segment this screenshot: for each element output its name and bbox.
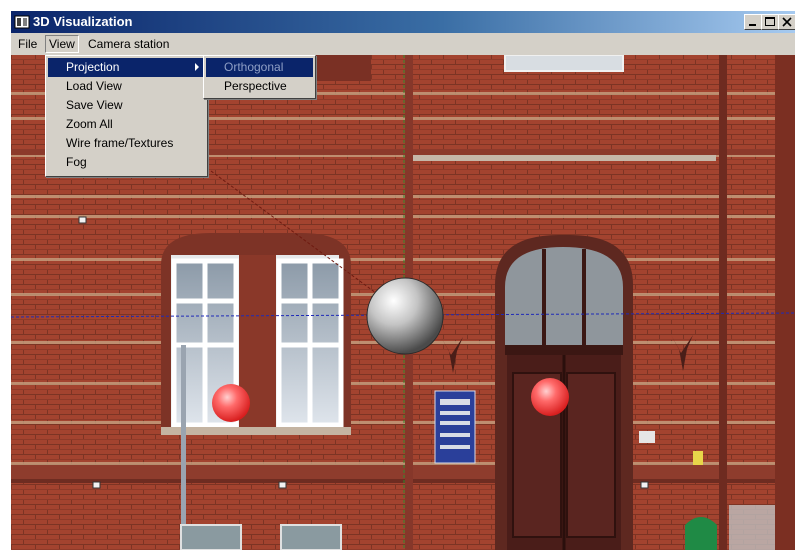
visualization-window: 3D Visualization File View Camera statio… xyxy=(11,11,795,550)
window-title: 3D Visualization xyxy=(33,14,133,29)
maximize-button[interactable] xyxy=(761,14,779,30)
left-window xyxy=(161,233,351,435)
menu-item-projection-label: Projection xyxy=(66,60,120,74)
menu-item-load-view[interactable]: Load View xyxy=(48,77,205,96)
submenu-arrow-icon xyxy=(195,63,199,71)
submenu-item-orthogonal[interactable]: Orthogonal xyxy=(206,58,313,77)
submenu-item-perspective[interactable]: Perspective xyxy=(206,77,313,96)
menu-item-wireframe-textures[interactable]: Wire frame/Textures xyxy=(48,134,205,153)
minimize-button[interactable] xyxy=(744,14,762,30)
close-icon xyxy=(782,17,792,27)
cornice xyxy=(11,465,795,479)
title-bar[interactable]: 3D Visualization xyxy=(11,11,795,33)
target-marker-right[interactable] xyxy=(531,378,569,416)
menu-item-fog[interactable]: Fog xyxy=(48,153,205,172)
app-window-icon xyxy=(14,15,30,29)
target-marker-left[interactable] xyxy=(212,384,250,422)
menu-item-zoom-all[interactable]: Zoom All xyxy=(48,115,205,134)
menu-bar: File View Camera station xyxy=(11,33,795,55)
menu-item-save-view[interactable]: Save View xyxy=(48,96,205,115)
close-button[interactable] xyxy=(778,14,795,30)
blue-sign xyxy=(434,390,476,464)
lamp-post xyxy=(181,345,186,550)
green-bin xyxy=(685,517,717,550)
menu-view[interactable]: View xyxy=(45,35,79,53)
minimize-icon xyxy=(749,24,756,26)
projection-submenu: Orthogonal Perspective xyxy=(203,55,316,99)
menu-camera-station[interactable]: Camera station xyxy=(85,36,172,52)
view-menu-dropdown: Projection Load View Save View Zoom All … xyxy=(45,55,208,177)
menu-item-projection[interactable]: Projection xyxy=(48,58,205,77)
menu-file[interactable]: File xyxy=(15,36,40,52)
maximize-icon xyxy=(765,17,775,26)
camera-station-sphere[interactable] xyxy=(366,277,444,355)
